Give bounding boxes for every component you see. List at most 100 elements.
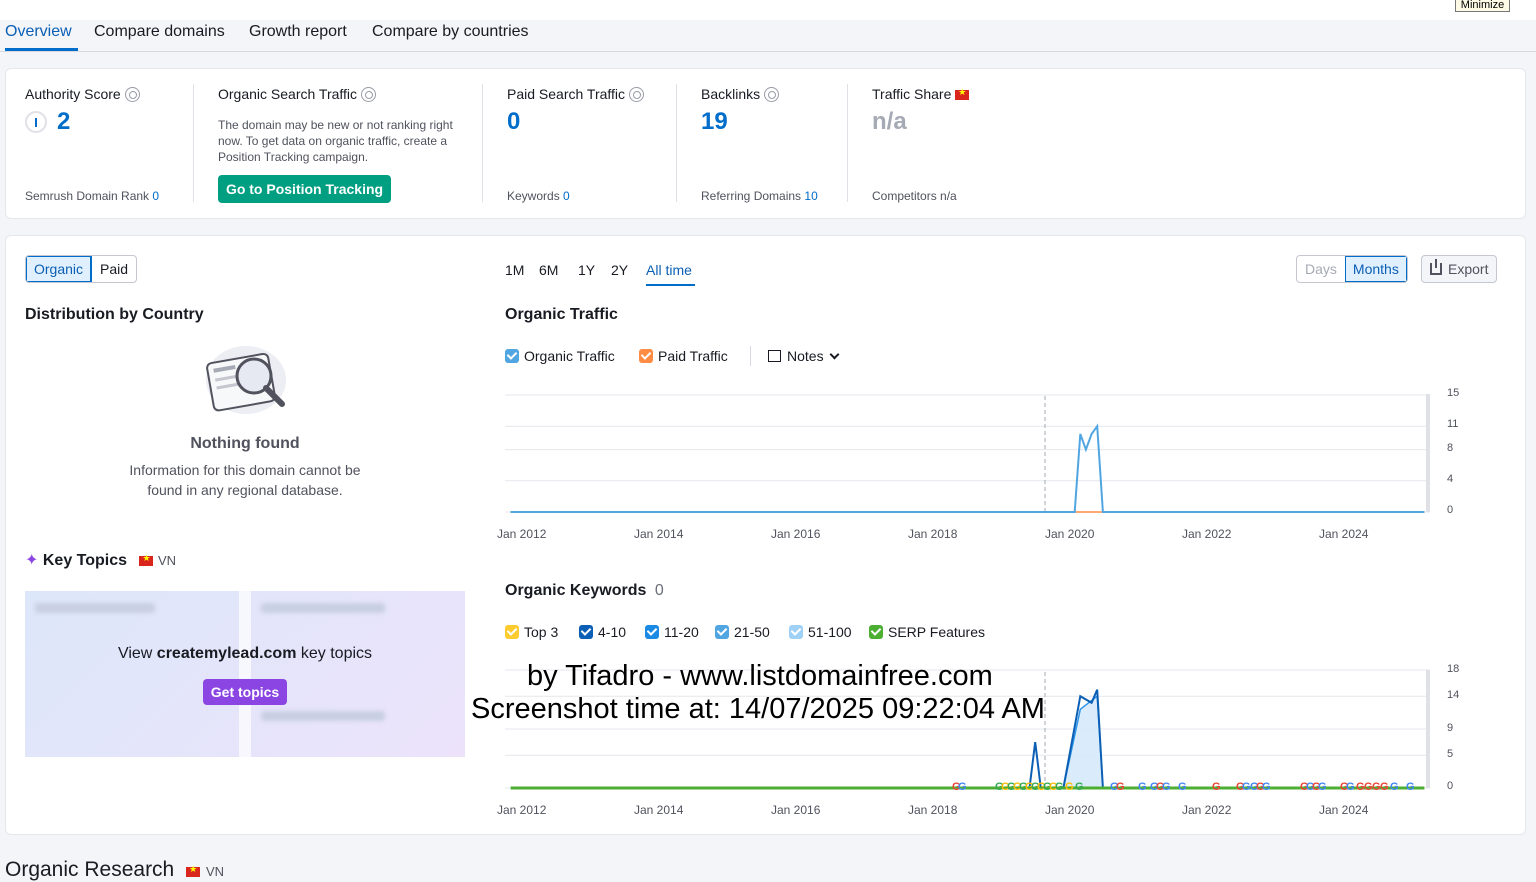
y-tick-label: 14 bbox=[1447, 689, 1460, 701]
note-icon bbox=[768, 350, 781, 362]
serp-feature-icon[interactable]: G bbox=[1406, 781, 1415, 793]
x-tick-label: Jan 2020 bbox=[1045, 527, 1095, 541]
keywords-count: Keywords 0 bbox=[507, 189, 570, 203]
traffic-share-value: n/a bbox=[872, 108, 907, 135]
serp-feature-icon[interactable]: G bbox=[1346, 781, 1355, 793]
paid-toggle-button[interactable]: Paid bbox=[92, 256, 136, 282]
vietnam-flag-icon bbox=[139, 553, 154, 566]
referring-domains: Referring Domains 10 bbox=[701, 189, 818, 203]
export-button[interactable]: Export bbox=[1421, 255, 1498, 283]
organic-traffic-chart-title: Organic Traffic bbox=[505, 306, 618, 323]
tab-overview[interactable]: Overview bbox=[5, 23, 72, 41]
divider bbox=[482, 84, 483, 202]
y-tick-label: 11 bbox=[1447, 418, 1459, 430]
authority-score-value[interactable]: 2 bbox=[57, 108, 70, 136]
nothing-found-text: Information for this domain cannot be fo… bbox=[129, 462, 361, 498]
y-tick-label: 8 bbox=[1447, 442, 1454, 454]
organic-traffic-line bbox=[510, 423, 1425, 513]
competitors: Competitors n/a bbox=[872, 189, 957, 203]
y-tick-label: 18 bbox=[1447, 663, 1460, 675]
scrollbar[interactable] bbox=[1426, 394, 1430, 512]
backlinks-value[interactable]: 19 bbox=[701, 108, 728, 136]
info-icon[interactable] bbox=[764, 87, 780, 102]
vietnam-flag-icon bbox=[955, 87, 970, 100]
organic-paid-toggle: Organic Paid bbox=[25, 255, 138, 283]
notes-dropdown[interactable]: Notes bbox=[768, 348, 840, 364]
authority-gauge-icon bbox=[25, 111, 47, 133]
organic-keywords-title: Organic Keywords bbox=[505, 582, 647, 599]
serp-feature-icon[interactable]: G bbox=[1075, 781, 1084, 793]
tab-bar: Overview Compare domains Growth report C… bbox=[0, 20, 1536, 52]
serp-feature-icon[interactable]: G bbox=[1178, 781, 1187, 793]
minimize-button[interactable]: Minimize bbox=[1455, 0, 1510, 12]
organic-search-traffic-title: Organic Search Traffic bbox=[218, 86, 377, 102]
nothing-found-title: Nothing found bbox=[190, 435, 300, 452]
paid-search-traffic-value[interactable]: 0 bbox=[507, 108, 520, 136]
active-tab-indicator bbox=[5, 48, 78, 51]
range-2y[interactable]: 2Y bbox=[611, 262, 628, 278]
x-tick-label: Jan 2012 bbox=[497, 527, 547, 541]
range-1y[interactable]: 1Y bbox=[578, 262, 595, 278]
watermark-line-2: Screenshot time at: 14/07/2025 09:22:04 … bbox=[471, 693, 1045, 725]
x-tick-label: Jan 2018 bbox=[908, 803, 958, 817]
serp-feature-icon[interactable]: G bbox=[1065, 781, 1074, 793]
days-button[interactable]: Days bbox=[1297, 256, 1345, 282]
go-to-position-tracking-button[interactable]: Go to Position Tracking bbox=[218, 175, 391, 203]
scrollbar[interactable] bbox=[1426, 670, 1430, 788]
x-tick-label: Jan 2012 bbox=[497, 803, 547, 817]
serp-feature-icon[interactable]: G bbox=[1262, 781, 1271, 793]
organic-toggle-button[interactable]: Organic bbox=[26, 256, 93, 282]
legend-21-50[interactable]: 21-50 bbox=[715, 624, 770, 640]
organic-traffic-chart bbox=[505, 394, 1430, 513]
legend-serp-features[interactable]: SERP Features bbox=[869, 624, 985, 640]
tab-compare-domains[interactable]: Compare domains bbox=[94, 23, 225, 41]
checkbox-icon bbox=[505, 625, 519, 639]
authority-score-title: Authority Score bbox=[25, 86, 140, 102]
get-topics-button[interactable]: Get topics bbox=[203, 679, 287, 705]
checkbox-icon bbox=[869, 625, 883, 639]
serp-feature-icon[interactable]: G bbox=[1380, 781, 1389, 793]
serp-feature-icon[interactable]: G bbox=[1116, 781, 1125, 793]
legend-4-10[interactable]: 4-10 bbox=[579, 624, 626, 640]
legend-organic-traffic[interactable]: Organic Traffic bbox=[505, 348, 615, 364]
tab-compare-by-countries[interactable]: Compare by countries bbox=[372, 23, 529, 41]
y-tick-label: 0 bbox=[1447, 504, 1454, 516]
serp-feature-icon[interactable]: G bbox=[1318, 781, 1327, 793]
granularity-toggle: Days Months bbox=[1296, 255, 1408, 283]
distribution-title: Distribution by Country bbox=[25, 306, 204, 323]
serp-feature-icon[interactable]: G bbox=[1390, 781, 1399, 793]
x-tick-label: Jan 2014 bbox=[634, 803, 684, 817]
tab-growth-report[interactable]: Growth report bbox=[249, 23, 347, 41]
range-1m[interactable]: 1M bbox=[505, 262, 524, 278]
legend-51-100[interactable]: 51-100 bbox=[789, 624, 852, 640]
range-active-indicator bbox=[646, 284, 695, 286]
y-tick-label: 9 bbox=[1447, 722, 1454, 734]
key-topics-preview bbox=[25, 591, 465, 757]
info-icon[interactable] bbox=[629, 87, 645, 102]
x-tick-label: Jan 2022 bbox=[1182, 803, 1232, 817]
legend-11-20[interactable]: 11-20 bbox=[645, 624, 699, 640]
serp-feature-icon[interactable]: G bbox=[958, 781, 967, 793]
y-tick-label: 4 bbox=[1447, 473, 1454, 485]
range-all-time[interactable]: All time bbox=[646, 262, 692, 278]
x-tick-label: Jan 2024 bbox=[1319, 803, 1369, 817]
info-icon[interactable] bbox=[361, 87, 377, 102]
serp-feature-icon[interactable]: G bbox=[1138, 781, 1147, 793]
serp-feature-icon[interactable]: G bbox=[1055, 781, 1064, 793]
key-topics-country: VN bbox=[157, 553, 176, 568]
months-button[interactable]: Months bbox=[1344, 256, 1407, 282]
magnifier-illustration-icon bbox=[206, 346, 286, 414]
serp-feature-icon[interactable]: G bbox=[1212, 781, 1221, 793]
organic-empty-message: The domain may be new or not ranking rig… bbox=[218, 118, 453, 164]
serp-feature-icon[interactable]: G bbox=[1162, 781, 1171, 793]
legend-top-3[interactable]: Top 3 bbox=[505, 624, 558, 640]
range-6m[interactable]: 6M bbox=[539, 262, 558, 278]
info-icon[interactable] bbox=[124, 87, 140, 102]
traffic-share-title: Traffic Share bbox=[872, 86, 970, 102]
x-tick-label: Jan 2014 bbox=[634, 527, 684, 541]
legend-paid-traffic[interactable]: Paid Traffic bbox=[639, 348, 728, 364]
y-tick-label: 5 bbox=[1447, 748, 1454, 760]
checkbox-icon bbox=[789, 625, 803, 639]
divider bbox=[193, 84, 194, 202]
organic-research-title: Organic Research bbox=[5, 858, 175, 881]
